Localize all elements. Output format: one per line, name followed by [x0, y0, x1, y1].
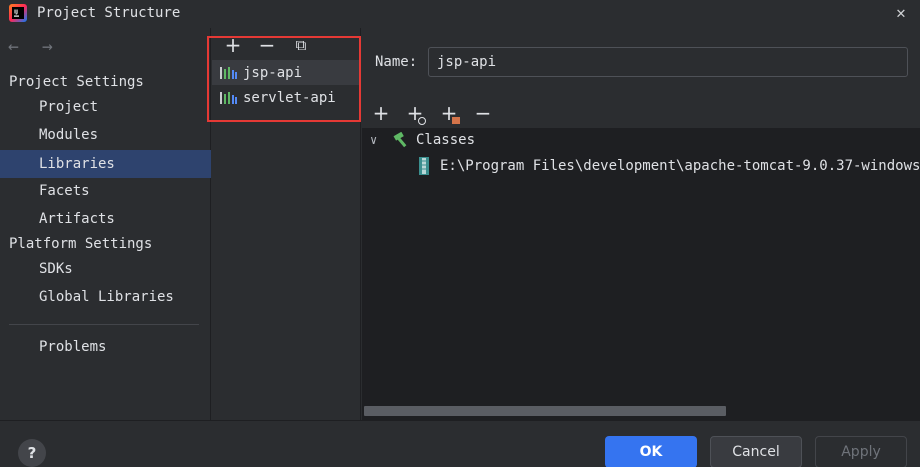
library-icon [220, 91, 237, 104]
nav-item-problems[interactable]: Problems [0, 333, 211, 361]
add-root-button[interactable]: + [368, 102, 394, 126]
svg-text:IJ: IJ [14, 10, 18, 16]
library-label: servlet-api [243, 89, 336, 106]
window-title: Project Structure [37, 5, 181, 21]
library-detail-panel: Name: + + + − ∨ Classes [362, 28, 920, 420]
cancel-button[interactable]: Cancel [710, 436, 802, 467]
tree-node-label: Classes [416, 132, 476, 148]
remove-root-button[interactable]: − [470, 102, 496, 126]
add-library-button[interactable]: + [220, 34, 246, 58]
forward-arrow-icon[interactable]: → [42, 38, 62, 58]
back-arrow-icon[interactable]: ← [8, 38, 28, 58]
library-item-jsp-api[interactable]: jsp-api [212, 60, 359, 85]
copy-library-button[interactable]: ⧉ [288, 34, 314, 58]
section-project-settings: Project Settings [9, 74, 144, 90]
add-url-button[interactable]: + [402, 102, 428, 126]
tree-node-jar[interactable]: E:\Program Files\development\apache-tomc… [418, 157, 920, 175]
library-item-servlet-api[interactable]: servlet-api [212, 85, 359, 110]
library-icon [220, 66, 237, 79]
tree-node-classes[interactable]: ∨ Classes [370, 132, 475, 148]
nav-item-libraries[interactable]: Libraries [0, 150, 211, 178]
section-platform-settings: Platform Settings [9, 236, 153, 252]
nav-history: ← → [8, 38, 62, 58]
horizontal-scrollbar[interactable] [364, 406, 726, 416]
library-label: jsp-api [243, 64, 303, 81]
nav-item-facets[interactable]: Facets [0, 177, 211, 205]
nav-item-artifacts[interactable]: Artifacts [0, 205, 211, 233]
remove-library-button[interactable]: − [254, 34, 280, 58]
close-icon[interactable]: ✕ [892, 4, 910, 22]
help-button[interactable]: ? [18, 439, 46, 467]
hammer-icon [393, 132, 407, 148]
nav-item-global-libraries[interactable]: Global Libraries [0, 283, 211, 311]
jar-file-icon [419, 157, 429, 175]
nav-item-sdks[interactable]: SDKs [0, 255, 211, 283]
chevron-down-icon[interactable]: ∨ [370, 133, 384, 147]
add-remote-button[interactable]: + [436, 102, 462, 126]
globe-icon [418, 117, 426, 125]
library-name-input[interactable] [428, 47, 908, 77]
ok-button[interactable]: OK [605, 436, 697, 467]
title-bar: IJ Project Structure ✕ [0, 0, 920, 28]
nav-item-project[interactable]: Project [0, 93, 211, 121]
libraries-list-panel: + − ⧉ jsp-api servlet-api [212, 28, 361, 420]
nav-item-modules[interactable]: Modules [0, 121, 211, 149]
apply-button[interactable]: Apply [815, 436, 907, 467]
name-label: Name: [375, 54, 418, 70]
dialog-button-bar: ? OK Cancel Apply [0, 420, 920, 467]
classes-tree: ∨ Classes E:\Program Files\development\a… [362, 128, 920, 420]
libraries-toolbar: + − ⧉ [220, 34, 314, 58]
tree-node-path: E:\Program Files\development\apache-tomc… [440, 158, 920, 174]
nav-divider [9, 324, 199, 325]
intellij-logo-icon: IJ [9, 4, 27, 22]
remote-box-icon [452, 117, 460, 124]
settings-nav: ← → Project Settings Project Modules Lib… [0, 28, 211, 420]
classes-toolbar: + + + − [368, 102, 496, 126]
